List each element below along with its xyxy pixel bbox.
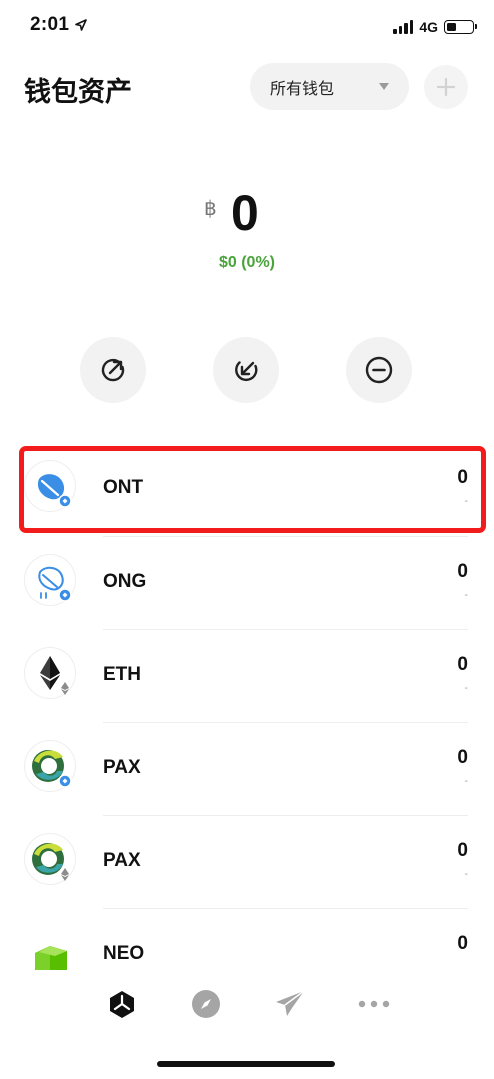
tab-more[interactable] bbox=[356, 986, 392, 1022]
receive-button[interactable] bbox=[213, 337, 279, 403]
token-symbol: ETH bbox=[103, 664, 141, 685]
token-fiat-value: - bbox=[464, 775, 468, 787]
divider bbox=[103, 629, 468, 630]
home-indicator bbox=[157, 1061, 335, 1067]
compass-tab-icon bbox=[192, 990, 220, 1018]
total-balance: 0 bbox=[231, 185, 259, 241]
token-symbol: PAX bbox=[103, 850, 141, 871]
divider bbox=[103, 908, 468, 909]
token-fiat-value: - bbox=[464, 682, 468, 694]
plus-icon bbox=[436, 77, 456, 97]
token-amount: 0 bbox=[457, 561, 468, 582]
add-wallet-button[interactable] bbox=[424, 65, 468, 109]
token-amount: 0 bbox=[457, 840, 468, 861]
ont-logo-icon bbox=[24, 460, 76, 512]
tab-transfer[interactable] bbox=[272, 986, 308, 1022]
token-symbol: PAX bbox=[103, 757, 141, 778]
divider bbox=[103, 815, 468, 816]
token-symbol: ONG bbox=[103, 571, 147, 592]
ong-logo-icon bbox=[24, 554, 76, 606]
wallet-selector[interactable]: 所有钱包 bbox=[250, 63, 409, 110]
send-plane-tab-icon bbox=[276, 990, 305, 1016]
more-dots-tab-icon bbox=[358, 1000, 390, 1008]
receive-arrow-icon bbox=[235, 361, 258, 382]
divider bbox=[103, 536, 468, 537]
tab-discover[interactable] bbox=[188, 986, 224, 1022]
send-arrow-icon bbox=[101, 358, 125, 382]
token-row-eth[interactable]: ETH 0 - bbox=[0, 629, 494, 723]
minus-circle-icon bbox=[365, 356, 393, 384]
signal-strength-icon bbox=[393, 20, 414, 34]
token-row-ong[interactable]: ONG 0 - bbox=[0, 536, 494, 630]
token-fiat-value: - bbox=[464, 495, 468, 507]
token-fiat-value: - bbox=[464, 868, 468, 880]
location-arrow-icon bbox=[75, 19, 87, 31]
page-title: 钱包资产 bbox=[24, 77, 132, 108]
wallet-tab-icon bbox=[110, 991, 134, 1018]
token-fiat-value: - bbox=[464, 589, 468, 601]
token-symbol: ONT bbox=[103, 477, 144, 498]
status-bar: 2:01 4G bbox=[0, 0, 494, 54]
token-row-pax[interactable]: PAX 0 - bbox=[0, 722, 494, 816]
token-amount: 0 bbox=[457, 933, 468, 954]
divider bbox=[103, 722, 468, 723]
currency-symbol: ฿ bbox=[204, 198, 217, 220]
token-symbol: NEO bbox=[103, 943, 145, 964]
token-amount: 0 bbox=[457, 654, 468, 675]
pax-logo-icon bbox=[24, 740, 76, 792]
tab-wallet[interactable] bbox=[104, 986, 140, 1022]
eth-logo-icon bbox=[24, 647, 76, 699]
balance-change: $0 (0%) bbox=[218, 254, 276, 271]
status-time: 2:01 bbox=[30, 14, 70, 35]
battery-icon bbox=[444, 20, 477, 34]
network-type: 4G bbox=[419, 19, 438, 35]
token-row-pax-erc20[interactable]: PAX 0 - bbox=[0, 815, 494, 909]
pax-logo-icon bbox=[24, 833, 76, 885]
token-amount: 0 bbox=[457, 747, 468, 768]
wallet-selector-label: 所有钱包 bbox=[270, 78, 335, 98]
remove-button[interactable] bbox=[346, 337, 412, 403]
token-row-ont[interactable]: ONT 0 - bbox=[0, 443, 494, 536]
token-amount: 0 bbox=[457, 467, 468, 488]
caret-down-icon bbox=[379, 83, 389, 90]
send-button[interactable] bbox=[80, 337, 146, 403]
